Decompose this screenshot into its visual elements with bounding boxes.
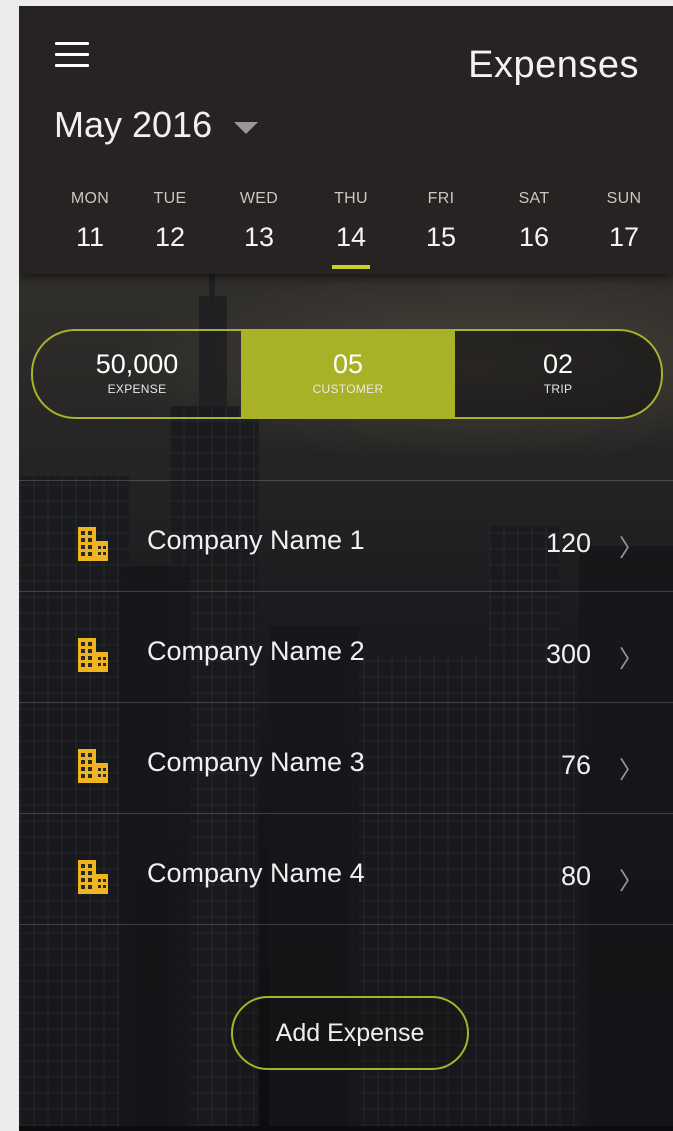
day-date: 17	[608, 222, 640, 252]
office-building-icon	[78, 749, 108, 783]
company-amount: 80	[560, 861, 591, 891]
company-name: Company Name 3	[147, 747, 365, 777]
day-tue[interactable]: TUE 12	[135, 190, 205, 253]
app-header: Expenses May 2016 MON 11 TUE 12 WED 13 T…	[19, 6, 673, 274]
caret-down-icon	[234, 122, 259, 134]
day-wed[interactable]: WED 13	[224, 190, 294, 253]
office-building-icon	[78, 527, 108, 561]
day-name: SAT	[518, 190, 550, 207]
add-expense-button[interactable]: Add Expense	[231, 996, 469, 1070]
selected-day-indicator	[332, 265, 370, 269]
trip-value: 02	[542, 349, 574, 379]
company-list: Company Name 1 120 〉 Company Name 2 300 …	[19, 480, 673, 925]
list-item[interactable]: Company Name 3 76 〉	[19, 702, 673, 813]
company-amount: 120	[545, 528, 591, 558]
company-name: Company Name 1	[147, 525, 365, 555]
company-amount: 300	[545, 639, 591, 669]
month-label: May 2016	[54, 104, 213, 145]
day-sat[interactable]: SAT 16	[499, 190, 569, 253]
office-building-icon	[78, 638, 108, 672]
list-item[interactable]: Company Name 2 300 〉	[19, 591, 673, 702]
segment-trip[interactable]: 02 TRIP	[455, 331, 661, 417]
day-date: 16	[518, 222, 550, 252]
app-screen: Expenses May 2016 MON 11 TUE 12 WED 13 T…	[19, 6, 673, 1131]
day-date: 12	[154, 222, 186, 252]
trip-label: TRIP	[543, 382, 573, 396]
month-selector[interactable]: May 2016	[54, 104, 259, 146]
company-name: Company Name 4	[147, 858, 365, 888]
day-fri[interactable]: FRI 15	[406, 190, 476, 253]
day-date: 15	[425, 222, 457, 252]
day-date: 11	[75, 222, 105, 252]
expense-value: 50,000	[95, 349, 179, 379]
segment-customer[interactable]: 05 CUSTOMER	[241, 331, 455, 417]
day-thu[interactable]: THU 14	[316, 190, 386, 269]
summary-segmented-control: 50,000 EXPENSE 05 CUSTOMER 02 TRIP	[31, 329, 663, 419]
day-date: 13	[243, 222, 275, 252]
day-sun[interactable]: SUN 17	[589, 190, 659, 253]
page-title: Expenses	[468, 44, 639, 86]
week-day-strip: MON 11 TUE 12 WED 13 THU 14 FRI 15 SAT 1…	[19, 190, 673, 270]
day-name: TUE	[153, 190, 187, 207]
expense-label: EXPENSE	[107, 382, 167, 396]
chevron-right-icon: 〉	[619, 757, 643, 784]
day-name: SUN	[606, 190, 642, 207]
customer-label: CUSTOMER	[312, 382, 384, 396]
customer-value: 05	[332, 349, 364, 379]
hamburger-menu-icon[interactable]	[55, 42, 89, 68]
company-name: Company Name 2	[147, 636, 365, 666]
day-name: THU	[334, 190, 368, 207]
chevron-right-icon: 〉	[619, 535, 643, 562]
day-name: MON	[70, 190, 110, 207]
list-item[interactable]: Company Name 1 120 〉	[19, 480, 673, 591]
day-name: WED	[239, 190, 279, 207]
day-name: FRI	[427, 190, 455, 207]
chevron-right-icon: 〉	[619, 646, 643, 673]
office-building-icon	[78, 860, 108, 894]
list-item[interactable]: Company Name 4 80 〉	[19, 813, 673, 925]
day-mon[interactable]: MON 11	[55, 190, 125, 253]
company-amount: 76	[560, 750, 591, 780]
segment-expense[interactable]: 50,000 EXPENSE	[33, 331, 241, 417]
day-date: 14	[335, 222, 367, 252]
chevron-right-icon: 〉	[619, 868, 643, 895]
